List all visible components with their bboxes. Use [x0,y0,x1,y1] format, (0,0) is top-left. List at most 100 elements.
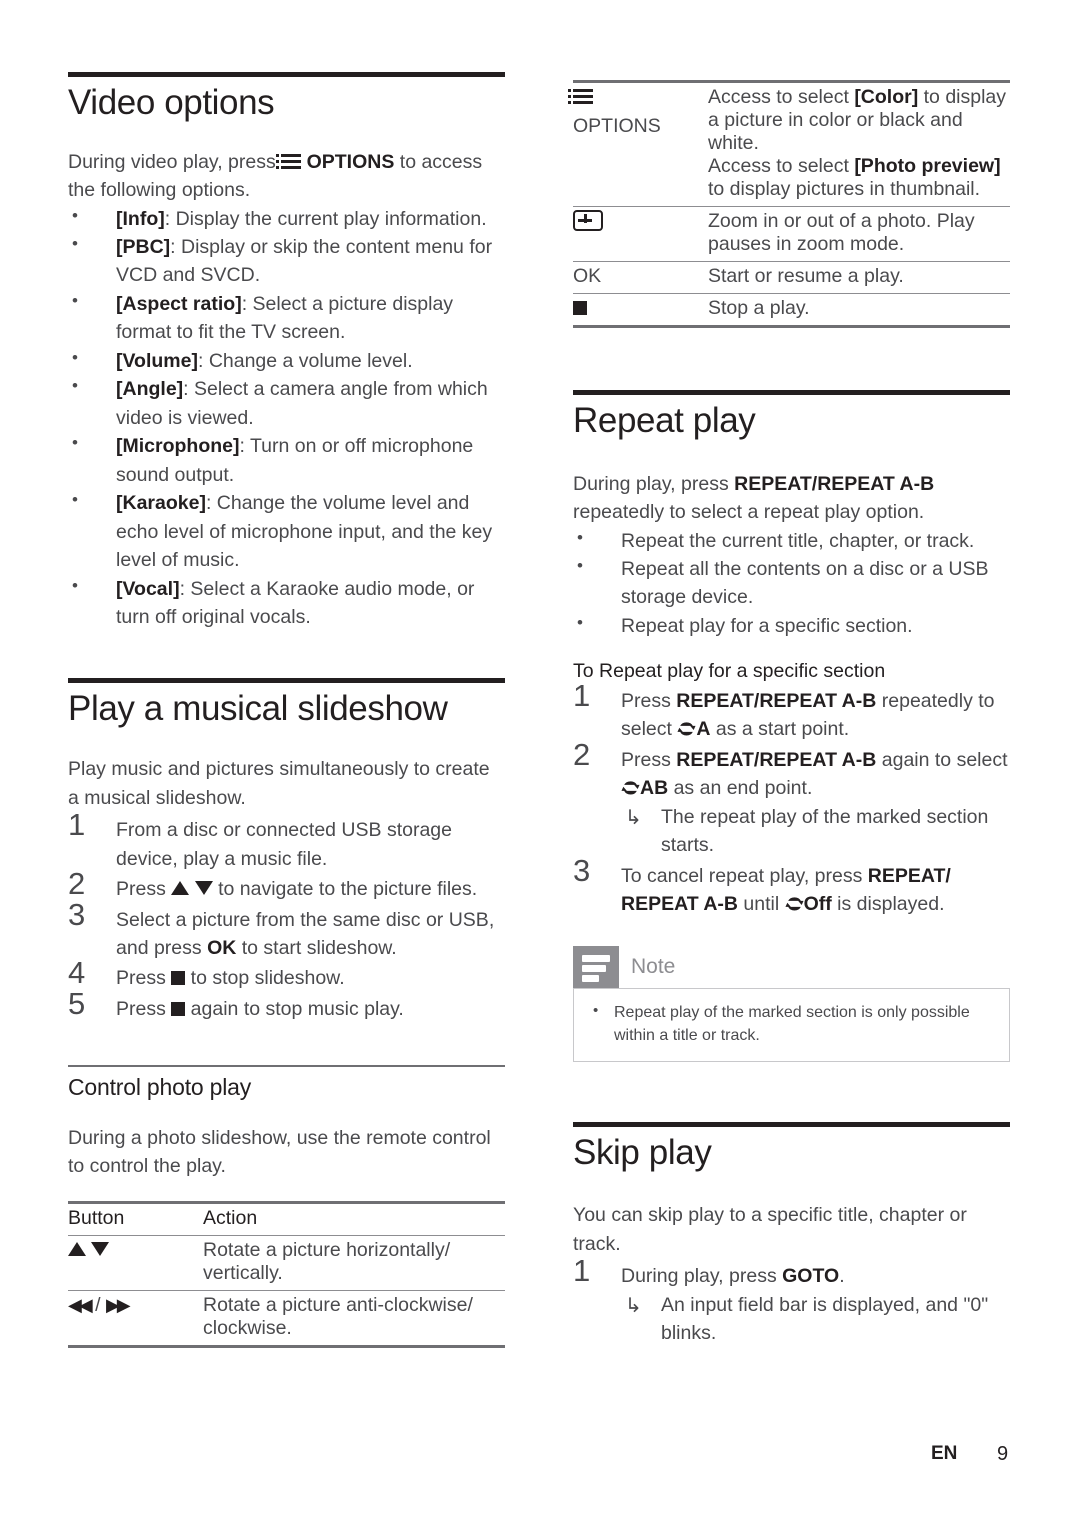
button-cell-transport: ◀◀ / ▶▶ [68,1289,203,1348]
option-desc: : Display or skip the content menu for V… [116,236,493,287]
section-skip-play: Skip play You can skip play to a specifi… [573,1121,1010,1348]
minisection-title-specific-section: To Repeat play for a specific section [573,660,886,683]
fast-forward-icon: ▶▶ [105,1294,131,1315]
step-number: 5 [68,985,86,1021]
options-button-label: OPTIONS [573,115,661,137]
page-title-skip-play: Skip play [573,1132,712,1172]
ok-button-label: OK [207,936,237,959]
page-title-musical-slideshow: Play a musical slideshow [68,688,448,728]
option-term: [Volume] [116,349,198,372]
section-rule [573,390,1010,395]
section-musical-slideshow: Play a musical slideshow Play music and … [68,677,505,1024]
repeat-button-label: REPEAT/REPEAT A-B [734,472,935,495]
note-label: Note [631,955,676,979]
color-option-label: [Color] [854,86,919,108]
option-term: [Aspect ratio] [116,292,242,315]
key-cell-zoom [573,206,708,262]
up-arrow-icon [171,881,190,896]
step-number: 2 [68,866,86,902]
list-item: [Aspect ratio]: Select a picture display… [68,289,505,347]
step-text-pre: Press [116,967,172,990]
option-term: [Info] [116,207,165,230]
step-number: 3 [573,852,591,888]
note-box: Note Repeat play of the marked section i… [573,946,1010,1062]
footer-page-number: 9 [997,1443,1009,1465]
list-item: 1 From a disc or connected USB storage d… [68,809,505,873]
step-result-note: The repeat play of the marked section st… [621,803,1010,860]
key-cell-stop [573,293,708,328]
section-video-options: Video options During video play, press O… [68,72,505,632]
intro-text-part1: During video play, press [68,150,282,173]
table-row: Rotate a picture horizontally/ verticall… [68,1234,505,1291]
action-cell: Start or resume a play. [708,261,1010,294]
step-text-post: is displayed. [831,893,945,915]
subsection-rule [68,1065,505,1068]
option-term: [PBC] [116,236,171,258]
step-text-post: again to stop music play. [185,997,404,1020]
option-desc: : Change a volume level. [197,349,413,372]
option-term: [Angle] [116,378,184,401]
repeat-marker-label: Off [803,893,832,915]
list-item: [PBC]: Display or skip the content menu … [68,232,505,290]
action-cell: Zoom in or out of a photo. Play pauses i… [708,206,1010,262]
step-text-post: as an end point. [668,777,813,800]
step-text-post: to start slideshow. [236,936,397,959]
step-text-post: . [839,1265,845,1288]
stop-icon [171,971,186,986]
list-item: 3 To cancel repeat play, press REPEAT/ R… [573,855,1010,919]
option-desc: : Display the current play information. [164,207,487,230]
repeat-options-list: Repeat the current title, chapter, or tr… [573,526,1010,641]
list-item: 5 Press again to stop music play. [68,988,505,1023]
section-rule [68,72,505,77]
note-list: Repeat play of the marked section is onl… [588,1001,995,1046]
table-row: Zoom in or out of a photo. Play pauses i… [573,206,1010,262]
list-item: Repeat the current title, chapter, or tr… [573,526,1010,555]
options-list-icon [276,153,302,170]
photo-preview-option-label: [Photo preview] [854,155,1001,177]
stop-icon [171,1001,186,1016]
footer-language: EN [931,1443,958,1464]
button-cell-arrows [68,1234,203,1291]
note-icon [573,946,619,989]
action-cell: Rotate a picture horizontally/ verticall… [203,1234,505,1291]
list-item: [Angle]: Select a camera angle from whic… [68,374,505,432]
step-number: 2 [573,736,591,772]
repeat-marker-label: AB [640,777,669,800]
action-text-pre: Access to select [708,155,855,177]
intro-text-post: repeatedly to select a repeat play optio… [573,501,925,524]
column-header-action: Action [203,1200,505,1236]
step-text-pre: To cancel repeat play, press [621,864,868,887]
repeat-arrow-icon [677,721,696,737]
page-title-repeat-play: Repeat play [573,401,756,440]
step-number: 1 [573,677,591,713]
goto-button-label: GOTO [782,1265,840,1288]
step-text-pre: Press [621,748,677,771]
photo-options-table: OPTIONS Access to select [Color] to disp… [568,80,1010,328]
step-number: 1 [573,1253,591,1289]
manual-page: Video options During video play, press O… [0,0,1080,1527]
step-result-note: An input field bar is displayed, and "0"… [621,1291,1010,1348]
list-item: [Karaoke]: Change the volume level and e… [68,488,505,574]
repeat-steps: 1 Press REPEAT/REPEAT A-B repeatedly to … [573,680,1010,919]
table-row: Stop a play. [573,293,1010,328]
slideshow-steps: 1 From a disc or connected USB storage d… [68,809,505,1023]
list-item: 2 Press REPEAT/REPEAT A-B again to selec… [573,739,1010,860]
option-term: [Microphone] [116,435,240,458]
action-text-post: to display pictures in thumbnail. [708,178,981,200]
photo-control-table: Button Action Rotate a picture horizonta… [68,1200,505,1348]
note-body: Repeat play of the marked section is onl… [573,988,1010,1062]
step-text-pre: Press [621,689,677,712]
down-arrow-icon [194,881,213,896]
key-cell-ok: OK [573,261,708,294]
action-cell: Rotate a picture anti-clockwise/ clockwi… [203,1289,505,1348]
list-item: [Microphone]: Turn on or off microphone … [68,431,505,489]
step-text-post: to navigate to the picture files. [212,878,478,901]
list-item: Repeat play of the marked section is onl… [588,1001,995,1046]
rewind-icon: ◀◀ [68,1294,93,1315]
stop-icon [573,301,587,315]
note-header: Note [573,946,1010,989]
section-rule [68,677,505,683]
list-item: [Info]: Display the current play informa… [68,204,505,233]
repeat-play-intro: During play, press REPEAT/REPEAT A-B rep… [573,470,1010,527]
control-photo-intro: During a photo slideshow, use the remote… [68,1126,491,1178]
